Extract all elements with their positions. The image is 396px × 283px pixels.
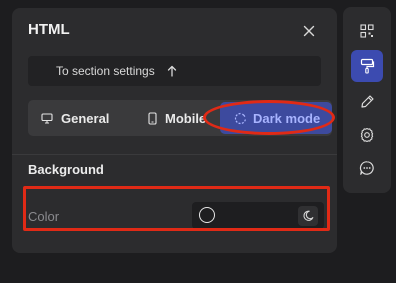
qr-code-icon [360,24,374,38]
settings-tool[interactable] [351,119,383,151]
pencil-tool[interactable] [351,85,383,117]
panel-title: HTML [28,21,70,38]
settings-gear-icon [360,127,374,143]
section-link-label: To section settings [56,64,155,78]
arrow-up-icon [167,65,177,77]
right-toolbar [343,7,391,193]
dark-color-toggle[interactable] [298,206,318,226]
tab-general-label: General [61,110,110,126]
color-row: Color [28,196,332,236]
moon-icon [303,210,314,221]
qr-code-tool[interactable] [351,15,383,47]
pencil-icon [360,94,374,108]
color-swatch[interactable] [199,207,215,223]
divider [12,154,337,155]
mobile-icon [148,111,157,125]
color-label: Color [28,209,60,224]
chat-tool[interactable] [351,152,383,184]
close-icon [303,25,315,37]
background-heading: Background [28,162,104,177]
device-tabs: General Mobile Dark mode [28,100,332,136]
dark-mode-icon [234,112,247,125]
color-picker[interactable] [192,202,324,229]
tab-dark-mode-label: Dark mode [253,110,321,126]
chat-bubble-icon [359,161,374,175]
monitor-icon [41,112,53,124]
tab-mobile[interactable]: Mobile [148,100,206,136]
tab-general[interactable]: General [41,100,109,136]
close-button[interactable] [298,20,320,42]
paint-roller-icon [360,58,375,74]
to-section-settings-link[interactable]: To section settings [28,56,321,86]
tab-mobile-label: Mobile [165,110,207,126]
tab-dark-mode[interactable]: Dark mode [220,102,332,134]
settings-panel: HTML To section settings General Mobile … [12,8,337,253]
paint-roller-tool[interactable] [351,50,383,82]
